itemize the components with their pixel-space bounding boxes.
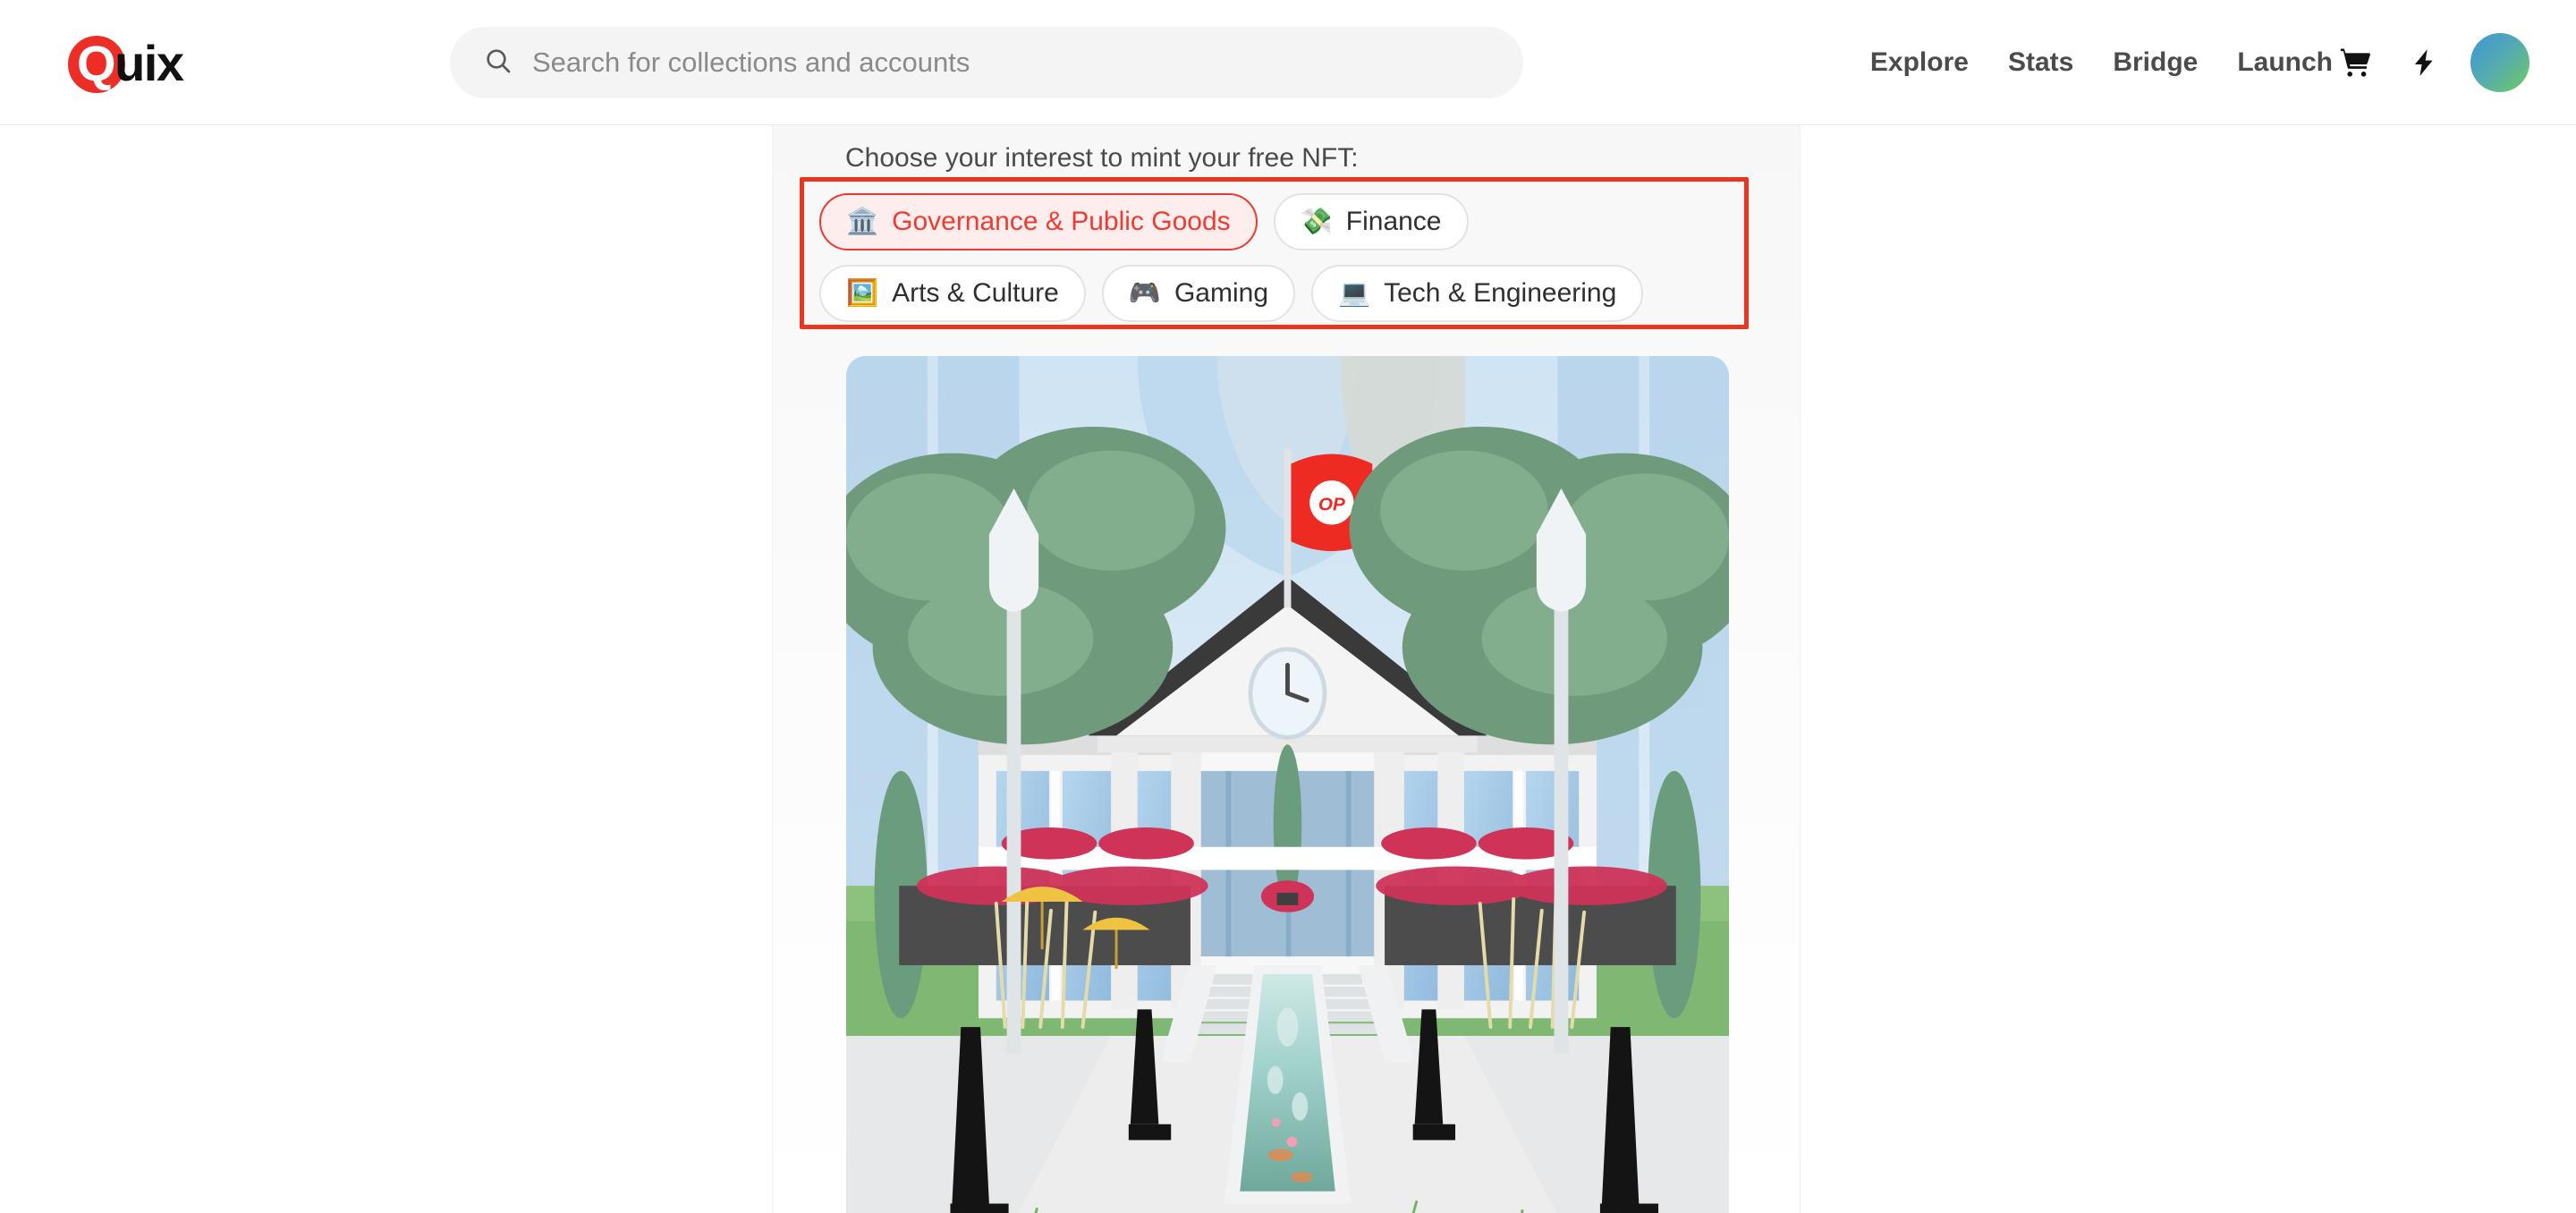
interest-chip-label: Arts & Culture xyxy=(892,278,1059,308)
framed-picture-icon: 🖼️ xyxy=(846,278,879,308)
money-with-wings-icon: 💸 xyxy=(1300,207,1333,236)
search-bar[interactable] xyxy=(450,27,1523,98)
brand-initial: Q xyxy=(77,35,116,91)
mint-panel: Choose your interest to mint your free N… xyxy=(772,125,1801,1213)
video-game-controller-icon: 🎮 xyxy=(1128,278,1161,308)
nft-artwork-illustration: OP xyxy=(846,356,1729,1213)
shopping-cart-icon[interactable] xyxy=(2322,29,2390,97)
brand-rest: uix xyxy=(114,35,184,91)
app-header: Quix Explore Stats Bridge Launch xyxy=(0,0,2576,125)
page-body: Choose your interest to mint your free N… xyxy=(0,125,2576,1213)
interest-chip-governance-public-goods[interactable]: 🏛️ Governance & Public Goods xyxy=(819,193,1258,250)
avatar[interactable] xyxy=(2470,33,2529,92)
mint-prompt: Choose your interest to mint your free N… xyxy=(845,143,1359,173)
lightning-bolt-icon[interactable] xyxy=(2390,29,2458,97)
svg-text:OP: OP xyxy=(1318,495,1345,515)
header-actions xyxy=(2322,0,2529,125)
interest-chip-label: Governance & Public Goods xyxy=(892,207,1231,236)
nft-artwork-preview[interactable]: OP xyxy=(846,356,1729,1213)
interest-chip-finance[interactable]: 💸 Finance xyxy=(1273,193,1469,250)
interest-chip-arts-culture[interactable]: 🖼️ Arts & Culture xyxy=(819,265,1086,322)
interest-chip-tech-engineering[interactable]: 💻 Tech & Engineering xyxy=(1311,265,1644,322)
search-input[interactable] xyxy=(532,43,1489,82)
interest-chip-label: Tech & Engineering xyxy=(1384,278,1617,308)
main-nav: Explore Stats Bridge Launch xyxy=(1851,0,2352,125)
search-icon xyxy=(484,47,513,80)
brand-logo[interactable]: Quix xyxy=(68,32,256,95)
nav-link-bridge[interactable]: Bridge xyxy=(2093,0,2217,125)
interest-chip-label: Finance xyxy=(1345,207,1442,236)
interest-chip-gaming[interactable]: 🎮 Gaming xyxy=(1101,265,1295,322)
interest-chip-label: Gaming xyxy=(1174,278,1268,308)
nav-link-stats[interactable]: Stats xyxy=(1988,0,2093,125)
interest-chip-group: 🏛️ Governance & Public Goods 💸 Finance 🖼… xyxy=(819,193,1732,322)
nav-link-explore[interactable]: Explore xyxy=(1851,0,1988,125)
classical-building-icon: 🏛️ xyxy=(846,207,879,236)
laptop-computer-icon: 💻 xyxy=(1338,278,1371,308)
brand-name: Quix xyxy=(77,32,184,95)
